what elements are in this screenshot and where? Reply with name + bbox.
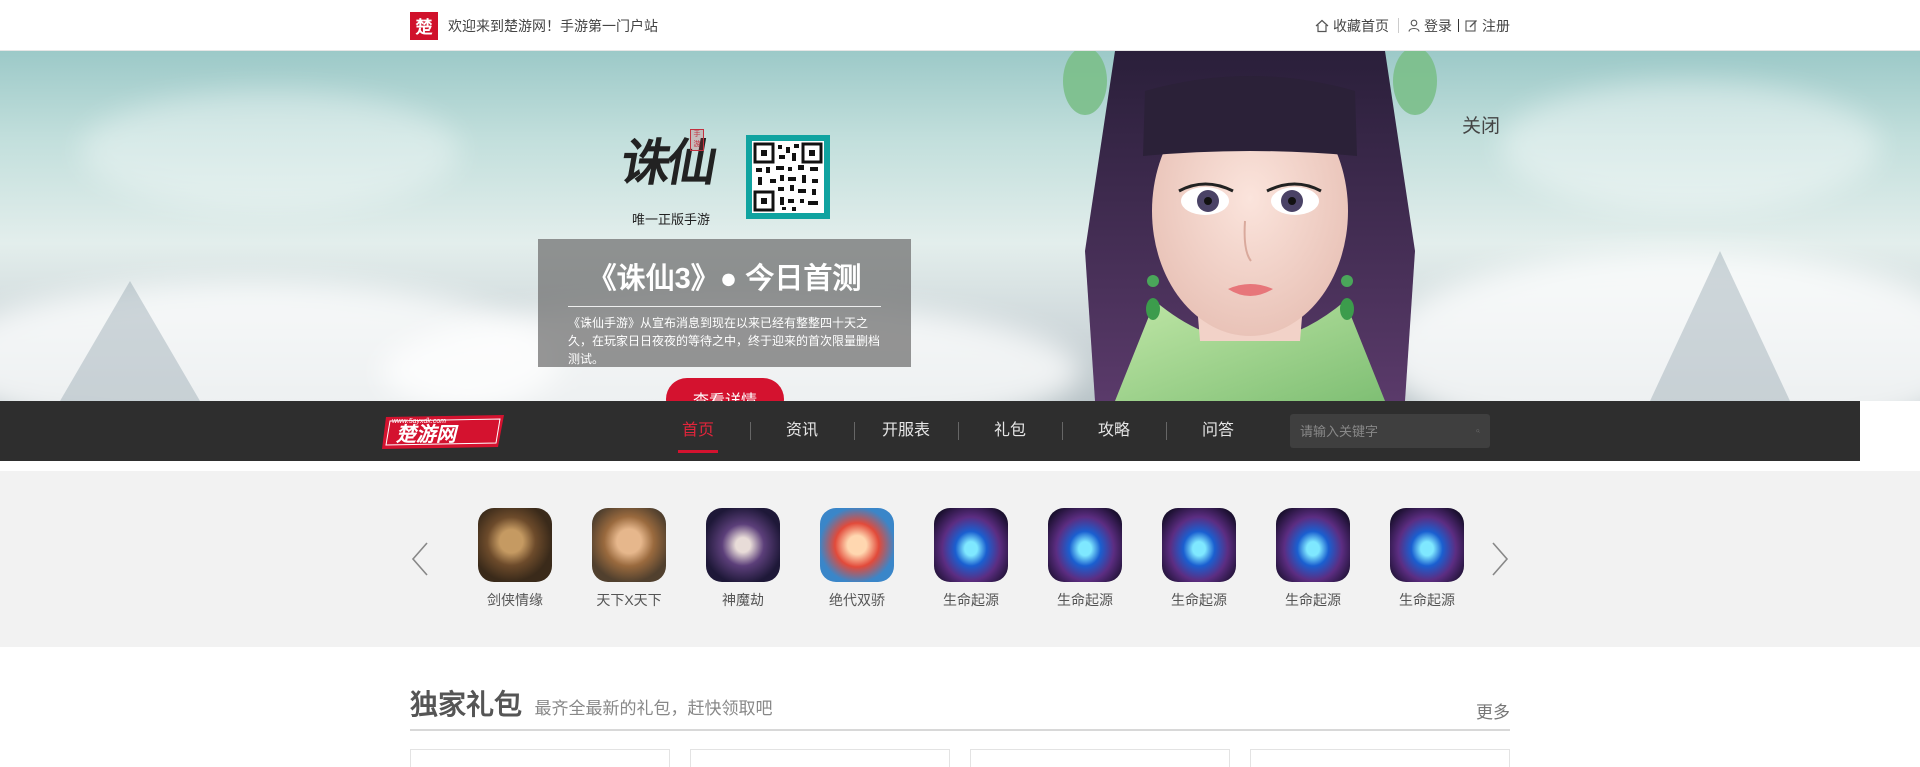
- section-header: 独家礼包 最齐全最新的礼包，赶快领取吧 更多: [410, 683, 1510, 731]
- game-item[interactable]: 生命起源: [1028, 508, 1142, 610]
- view-details-button[interactable]: 查看详情: [666, 378, 784, 401]
- game-name: 神魔劫: [722, 592, 764, 608]
- game-item[interactable]: 生命起源: [1256, 508, 1370, 610]
- home-icon: [1315, 19, 1329, 32]
- login-label: 登录: [1424, 17, 1452, 34]
- edit-icon: [1465, 20, 1477, 32]
- game-icon: [820, 508, 894, 582]
- site-logo-icon[interactable]: 楚: [410, 11, 438, 40]
- divider: [1458, 19, 1459, 32]
- promo-description: 《诛仙手游》从宣布消息到现在以来已经有整整四十天之久，在玩家日日夜夜的等待之中，…: [568, 316, 881, 366]
- gift-card[interactable]: [410, 749, 670, 767]
- nav-logo[interactable]: www.5ayxdk.com 楚游网: [380, 409, 506, 453]
- game-icon: [1048, 508, 1122, 582]
- site-welcome: 楚 欢迎来到楚游网！手游第一门户站: [410, 11, 658, 40]
- game-name: 生命起源: [1057, 592, 1113, 608]
- character-artwork: [1063, 51, 1437, 401]
- game-logo-subtitle: 唯一正版手游: [632, 213, 711, 228]
- game-name: 绝代双骄: [829, 592, 885, 608]
- game-name: 剑侠情缘: [487, 592, 543, 608]
- register-link[interactable]: 注册: [1465, 16, 1510, 36]
- game-icon: [1162, 508, 1236, 582]
- game-icon: [478, 508, 552, 582]
- game-list: 剑侠情缘 天下X天下 神魔劫 绝代双骄 生命起源 生命起源 生命起源 生命起源 生命起源: [458, 508, 1484, 610]
- game-logo-text: 诛仙: [616, 133, 719, 192]
- game-icon: [706, 508, 780, 582]
- exclusive-gift-section: 独家礼包 最齐全最新的礼包，赶快领取吧 更多: [0, 647, 1920, 767]
- game-logo: 诛仙 手游 唯一正版手游: [610, 117, 740, 228]
- bookmark-link[interactable]: 收藏首页: [1315, 16, 1389, 36]
- cloud-decoration: [1500, 81, 1880, 211]
- user-icon: [1408, 19, 1420, 32]
- game-icon: [1390, 508, 1464, 582]
- game-item[interactable]: 生命起源: [1142, 508, 1256, 610]
- hero-banner[interactable]: 关闭 诛仙 手游 唯一正版手游 《诛仙3》● 今日首测 《诛仙手游》从宣布消息到…: [0, 51, 1920, 401]
- qr-code: [746, 135, 830, 219]
- game-name: 生命起源: [943, 592, 999, 608]
- section-subtitle: 最齐全最新的礼包，赶快领取吧: [534, 699, 773, 718]
- section-title: 独家礼包: [410, 689, 523, 720]
- search-icon[interactable]: [1476, 423, 1480, 439]
- search-box: [1290, 414, 1490, 448]
- game-logo-seal: 手游: [690, 129, 704, 151]
- promo-panel: 《诛仙3》● 今日首测 《诛仙手游》从宣布消息到现在以来已经有整整四十天之久，在…: [538, 239, 911, 367]
- game-name: 天下X天下: [596, 592, 662, 608]
- game-carousel: 剑侠情缘 天下X天下 神魔劫 绝代双骄 生命起源 生命起源 生命起源 生命起源 生命起源: [0, 471, 1920, 647]
- nav-item[interactable]: 资讯: [750, 401, 854, 461]
- nav-item[interactable]: 礼包: [958, 401, 1062, 461]
- more-link[interactable]: 更多: [1476, 698, 1510, 723]
- brand-logo-icon: www.5ayxdk.com 楚游网: [382, 415, 504, 449]
- chevron-left-icon: [411, 542, 428, 576]
- gift-card[interactable]: [970, 749, 1230, 767]
- qr-code-icon: [753, 142, 823, 212]
- main-nav: www.5ayxdk.com 楚游网 首页 资讯 开服表 礼包 攻略 问答: [0, 401, 1860, 461]
- nav-item[interactable]: 问答: [1166, 401, 1270, 461]
- gift-card[interactable]: [1250, 749, 1510, 767]
- game-item[interactable]: 剑侠情缘: [458, 508, 572, 610]
- game-item[interactable]: 生命起源: [1370, 508, 1484, 610]
- login-link[interactable]: 登录: [1408, 16, 1452, 36]
- game-item[interactable]: 天下X天下: [572, 508, 686, 610]
- nav-item[interactable]: 开服表: [854, 401, 958, 461]
- mountain-decoration: [60, 281, 200, 401]
- chevron-right-icon: [1492, 542, 1509, 576]
- game-name: 生命起源: [1171, 592, 1227, 608]
- game-icon: [592, 508, 666, 582]
- carousel-prev-button[interactable]: [410, 529, 430, 589]
- nav-menu: 首页 资讯 开服表 礼包 攻略 问答: [646, 401, 1270, 461]
- nav-item[interactable]: 首页: [646, 401, 750, 461]
- game-icon: [934, 508, 1008, 582]
- game-icon: [1276, 508, 1350, 582]
- gift-card-list: [410, 749, 1510, 767]
- cloud-decoration: [80, 91, 460, 211]
- game-name: 生命起源: [1285, 592, 1341, 608]
- welcome-text: 欢迎来到楚游网！手游第一门户站: [448, 17, 658, 34]
- top-bar: 楚 欢迎来到楚游网！手游第一门户站 收藏首页 登录 注册: [0, 0, 1920, 51]
- logo-text: 楚游网: [395, 422, 459, 446]
- nav-item[interactable]: 攻略: [1062, 401, 1166, 461]
- carousel-next-button[interactable]: [1490, 529, 1510, 589]
- register-label: 注册: [1482, 17, 1510, 34]
- divider: [1398, 18, 1399, 33]
- gift-card[interactable]: [690, 749, 950, 767]
- mountain-decoration: [1650, 251, 1790, 401]
- seal-text: 手游: [693, 131, 701, 148]
- game-item[interactable]: 绝代双骄: [800, 508, 914, 610]
- search-input[interactable]: [1300, 423, 1476, 439]
- game-name: 生命起源: [1399, 592, 1455, 608]
- game-item[interactable]: 生命起源: [914, 508, 1028, 610]
- close-banner-button[interactable]: 关闭: [1462, 111, 1500, 138]
- promo-title: 《诛仙3》● 今日首测: [568, 255, 881, 307]
- bookmark-label: 收藏首页: [1333, 17, 1389, 34]
- game-item[interactable]: 神魔劫: [686, 508, 800, 610]
